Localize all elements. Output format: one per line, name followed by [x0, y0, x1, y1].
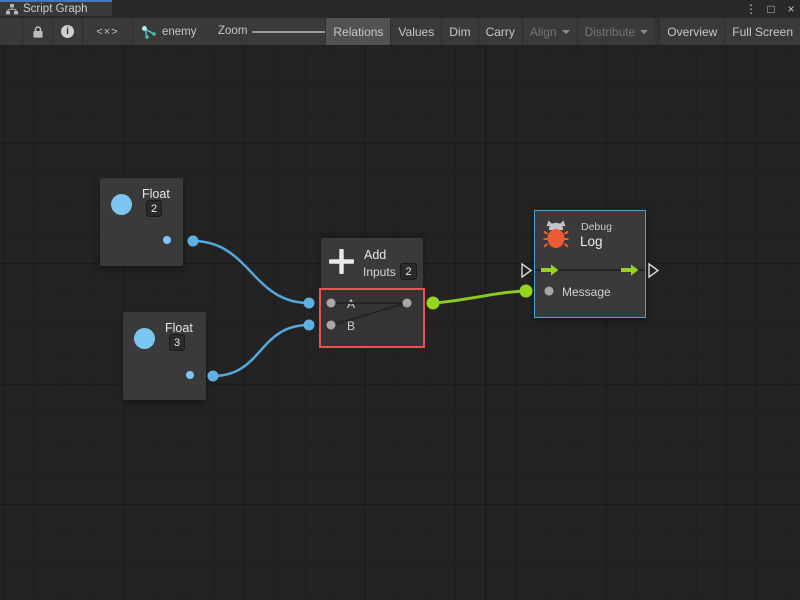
- node-title: Add: [364, 248, 386, 262]
- maximize-icon[interactable]: □: [764, 0, 778, 18]
- add-node-body-selected[interactable]: A B: [319, 288, 425, 348]
- chevron-down-icon: [640, 30, 648, 34]
- window-controls: ⋮ □ ×: [744, 0, 798, 18]
- inputs-label: Inputs: [363, 265, 396, 279]
- distribute-dropdown[interactable]: Distribute: [577, 18, 656, 45]
- float-node-2[interactable]: Float 3: [123, 312, 206, 400]
- info-button[interactable]: i: [52, 18, 82, 45]
- info-icon: i: [61, 25, 74, 38]
- chevron-down-icon: [562, 30, 570, 34]
- overview-button[interactable]: Overview: [659, 18, 724, 45]
- zoom-label: Zoom: [218, 25, 247, 37]
- port-a-label: A: [347, 297, 355, 311]
- carry-button[interactable]: Carry: [478, 18, 522, 45]
- float-value-input[interactable]: 2: [146, 200, 162, 217]
- graph-breadcrumb[interactable]: enemy: [132, 18, 206, 45]
- tab-bar: Script Graph ⋮ □ ×: [0, 0, 800, 18]
- hierarchy-icon: [6, 4, 18, 15]
- script-graph-window: Script Graph ⋮ □ × i <×>: [0, 0, 800, 600]
- lock-icon: [32, 25, 44, 39]
- inputs-count-input[interactable]: 2: [400, 263, 417, 280]
- message-label: Message: [562, 285, 611, 299]
- menu-icon[interactable]: ⋮: [744, 0, 758, 18]
- tab-label: Script Graph: [23, 3, 88, 15]
- float-type-icon: [134, 328, 155, 349]
- fullscreen-button[interactable]: Full Screen: [724, 18, 800, 45]
- dim-button[interactable]: Dim: [441, 18, 477, 45]
- align-dropdown[interactable]: Align: [522, 18, 577, 45]
- tab-script-graph[interactable]: Script Graph: [0, 0, 112, 16]
- float-node-1[interactable]: Float 2: [100, 178, 183, 266]
- float-value-input[interactable]: 3: [169, 334, 185, 351]
- graph-icon: [141, 25, 157, 39]
- node-title: Log: [580, 234, 603, 249]
- debug-log-node[interactable]: Debug Log Message: [534, 210, 646, 318]
- graph-toolbar: i <×> enemy Zoom 1x Relations Values Dim: [0, 18, 800, 46]
- plus-icon: [329, 249, 354, 274]
- add-node-header[interactable]: Add Inputs 2: [321, 238, 423, 288]
- float-type-icon: [111, 194, 132, 215]
- node-title: Float: [142, 187, 170, 201]
- port-b-label: B: [347, 319, 355, 333]
- code-view-button[interactable]: <×>: [82, 18, 132, 45]
- lock-button[interactable]: [22, 18, 52, 45]
- node-title: Float: [165, 321, 193, 335]
- code-icon: <×>: [96, 26, 118, 38]
- bug-icon: [543, 220, 569, 249]
- close-icon[interactable]: ×: [784, 0, 798, 18]
- toolbar-button-group: Relations Values Dim Carry Align Distrib…: [325, 18, 800, 45]
- node-category: Debug: [581, 221, 612, 233]
- relations-button[interactable]: Relations: [325, 18, 390, 45]
- values-button[interactable]: Values: [390, 18, 441, 45]
- graph-name: enemy: [162, 26, 197, 38]
